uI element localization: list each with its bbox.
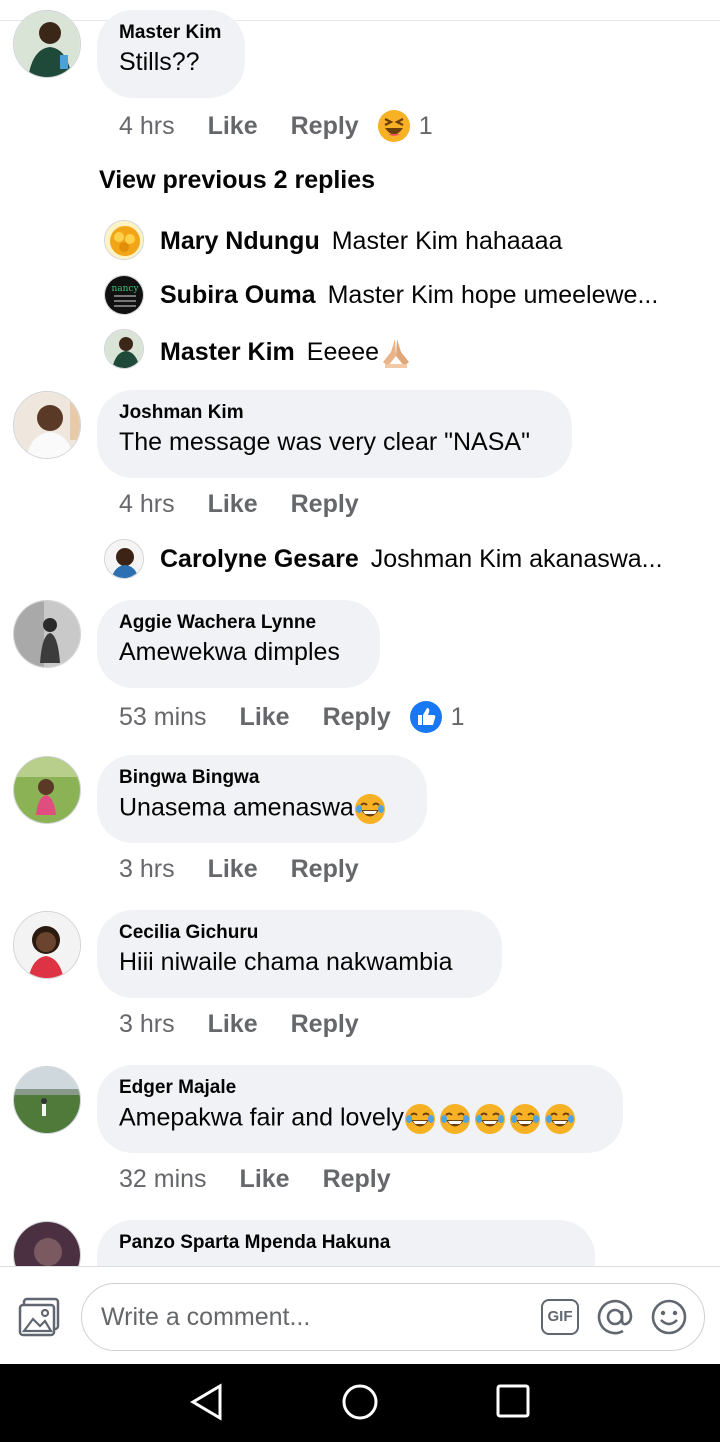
reaction-count[interactable]: 1 <box>409 700 465 734</box>
like-button[interactable]: Like <box>208 112 258 141</box>
svg-text:nancy: nancy <box>111 284 139 294</box>
like-button[interactable]: Like <box>240 703 290 732</box>
avatar[interactable] <box>104 220 144 260</box>
comment-text: Hiii niwaile chama nakwambia <box>119 948 453 976</box>
like-thumb-icon <box>409 701 442 733</box>
avatar[interactable] <box>13 1221 81 1266</box>
back-icon[interactable] <box>188 1382 226 1422</box>
comment-author[interactable]: Panzo Sparta Mpenda Hakuna <box>119 1232 573 1254</box>
view-previous-replies-link[interactable]: View previous 2 replies <box>99 166 375 195</box>
reaction-count-text: 1 <box>450 702 465 731</box>
reply-author[interactable]: Master Kim <box>160 338 295 367</box>
reply-text: Master Kim hope umeelewe... <box>327 281 659 309</box>
comment-text-row: Amepakwa fair and lovely <box>119 1103 601 1135</box>
comment-input-placeholder: Write a comment... <box>101 1303 311 1331</box>
reply-preview[interactable]: Master Kim Eeeee <box>160 336 413 368</box>
reply-button[interactable]: Reply <box>291 855 359 884</box>
reply-button[interactable]: Reply <box>291 490 359 519</box>
comment-meta: 4 hrs Like Reply <box>119 490 392 519</box>
avatar[interactable] <box>13 1066 81 1134</box>
reply-text: Master Kim hahaaaa <box>331 227 563 255</box>
comment-text: Unasema amenaswa <box>119 793 354 822</box>
tears-of-joy-emoji-icon <box>473 1103 506 1135</box>
avatar[interactable] <box>13 600 81 668</box>
comment-text-row: Unasema amenaswa <box>119 793 405 825</box>
reply-preview[interactable]: Mary Ndungu Master Kim hahaaaa <box>160 227 562 256</box>
emoji-icon[interactable] <box>650 1298 688 1336</box>
comment-meta: 32 mins Like Reply <box>119 1165 424 1194</box>
avatar[interactable] <box>104 329 144 369</box>
reply-button[interactable]: Reply <box>323 1165 391 1194</box>
reply-button[interactable]: Reply <box>291 112 359 141</box>
comment-author[interactable]: Edger Majale <box>119 1077 601 1099</box>
reply-text: Joshman Kim akanaswa... <box>370 545 663 573</box>
comment-time[interactable]: 32 mins <box>119 1165 207 1194</box>
avatar[interactable] <box>13 756 81 824</box>
comment-time[interactable]: 3 hrs <box>119 855 175 884</box>
mention-icon[interactable] <box>596 1298 634 1336</box>
tears-of-joy-emoji-icon <box>508 1103 541 1135</box>
comment-meta: 3 hrs Like Reply <box>119 1010 392 1039</box>
comment-bubble[interactable]: Edger Majale Amepakwa fair and lovely <box>97 1065 623 1153</box>
comment-text: The message was very clear "NASA" <box>119 428 530 456</box>
comment-text: Stills?? <box>119 48 200 76</box>
reply-author[interactable]: Subira Ouma <box>160 281 316 310</box>
recent-apps-icon[interactable] <box>496 1384 530 1418</box>
comment-input[interactable]: Write a comment... GIF <box>81 1283 705 1351</box>
folded-hands-emoji-icon <box>383 339 410 368</box>
avatar[interactable] <box>13 911 81 979</box>
gif-button[interactable]: GIF <box>541 1299 579 1335</box>
comment-time[interactable]: 3 hrs <box>119 1010 175 1039</box>
avatar[interactable] <box>13 10 81 78</box>
tears-of-joy-emoji-icon <box>403 1103 436 1135</box>
comment-bubble[interactable]: Master Kim Stills?? <box>97 10 245 98</box>
system-navigation-bar <box>0 1364 720 1442</box>
comment-bubble[interactable]: Panzo Sparta Mpenda Hakuna <box>97 1220 595 1266</box>
comment-author[interactable]: Master Kim <box>119 22 223 44</box>
comment-text: Amewekwa dimples <box>119 638 340 666</box>
like-button[interactable]: Like <box>208 1010 258 1039</box>
comment-meta: 53 mins Like Reply 1 <box>119 700 465 734</box>
comment-composer: Write a comment... GIF <box>0 1266 720 1364</box>
reply-button[interactable]: Reply <box>291 1010 359 1039</box>
comment-time[interactable]: 4 hrs <box>119 490 175 519</box>
tears-of-joy-emoji-icon <box>438 1103 471 1135</box>
like-button[interactable]: Like <box>208 855 258 884</box>
comment-time[interactable]: 53 mins <box>119 703 207 732</box>
comment-author[interactable]: Bingwa Bingwa <box>119 767 405 789</box>
comment-meta: 3 hrs Like Reply <box>119 855 392 884</box>
reply-text: Eeeee <box>306 337 380 366</box>
like-button[interactable]: Like <box>240 1165 290 1194</box>
reply-preview[interactable]: Subira Ouma Master Kim hope umeelewe... <box>160 281 658 310</box>
comment-meta: 4 hrs Like Reply 1 <box>119 109 433 143</box>
home-icon[interactable] <box>341 1383 379 1421</box>
comment-text: Amepakwa fair and lovely <box>119 1103 404 1132</box>
reaction-count[interactable]: 1 <box>377 109 433 143</box>
avatar[interactable]: nancy <box>104 275 144 315</box>
like-button[interactable]: Like <box>208 490 258 519</box>
reaction-count-text: 1 <box>418 111 433 140</box>
comment-author[interactable]: Cecilia Gichuru <box>119 922 480 944</box>
reply-button[interactable]: Reply <box>323 703 391 732</box>
avatar[interactable] <box>104 539 144 579</box>
tears-of-joy-emoji-icon <box>353 793 386 825</box>
reply-author[interactable]: Carolyne Gesare <box>160 545 359 574</box>
avatar[interactable] <box>13 391 81 459</box>
comment-bubble[interactable]: Cecilia Gichuru Hiii niwaile chama nakwa… <box>97 910 502 998</box>
comment-author[interactable]: Aggie Wachera Lynne <box>119 612 358 634</box>
reply-author[interactable]: Mary Ndungu <box>160 227 320 256</box>
comment-bubble[interactable]: Bingwa Bingwa Unasema amenaswa <box>97 755 427 843</box>
comment-bubble[interactable]: Aggie Wachera Lynne Amewekwa dimples <box>97 600 380 688</box>
comment-author[interactable]: Joshman Kim <box>119 402 550 424</box>
comment-time[interactable]: 4 hrs <box>119 112 175 141</box>
photo-icon[interactable] <box>18 1297 62 1337</box>
laughing-emoji-icon <box>377 110 410 142</box>
reply-preview[interactable]: Carolyne Gesare Joshman Kim akanaswa... <box>160 545 663 574</box>
tears-of-joy-emoji-icon <box>543 1103 576 1135</box>
comment-list[interactable]: Master Kim Stills?? 4 hrs Like Reply 1 V… <box>0 0 720 1266</box>
comment-bubble[interactable]: Joshman Kim The message was very clear "… <box>97 390 572 478</box>
